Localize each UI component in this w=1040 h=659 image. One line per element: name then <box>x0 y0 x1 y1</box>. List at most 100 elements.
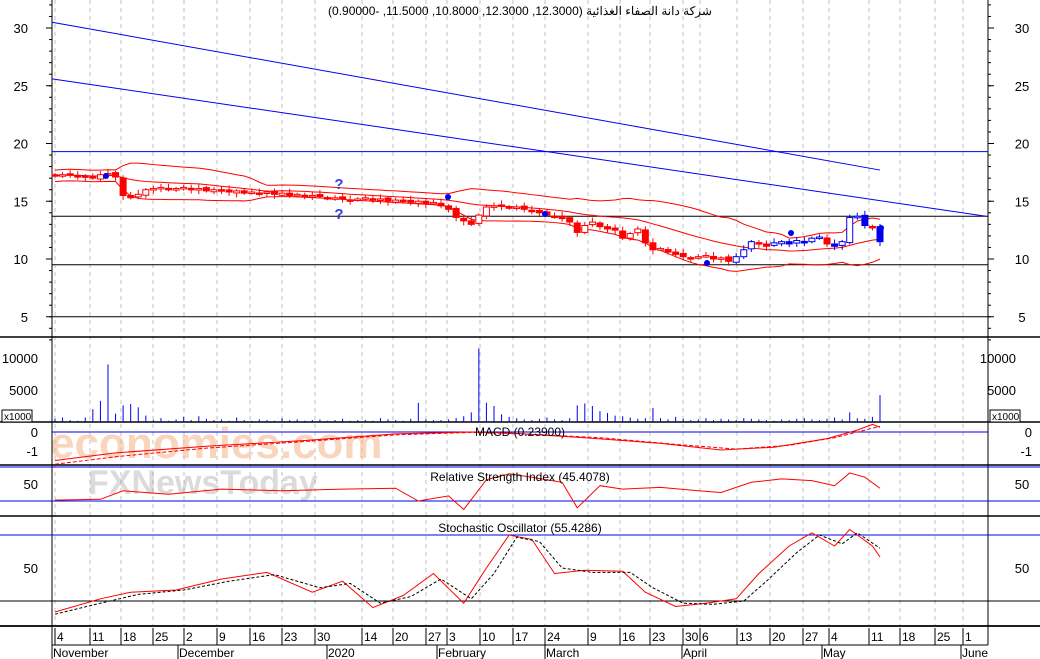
candle-down <box>323 197 331 200</box>
candle-up <box>172 188 180 191</box>
macd-tick-label-left: 0 <box>31 425 38 440</box>
date-month-label: 2020 <box>328 646 355 659</box>
candle-up <box>210 189 218 193</box>
candle-down <box>641 229 649 244</box>
candle-up <box>747 241 755 250</box>
watermark-economies: economies.com <box>50 419 383 468</box>
candle-up <box>195 188 203 191</box>
watermark-fxnewstoday: FXNewsToday <box>88 464 318 502</box>
candle-down <box>649 242 657 251</box>
chart-canvas: economies.comFXNewsToday5 510 1015 1520 2025… <box>0 0 1040 659</box>
candle-down <box>762 243 770 247</box>
candle-down <box>679 252 687 258</box>
candle-down <box>498 204 506 207</box>
candle-down <box>755 242 763 245</box>
rsi-tick-label-left: 50 <box>24 477 38 492</box>
candle-up <box>354 198 362 201</box>
signal-dot <box>542 211 548 217</box>
date-day-label: 24 <box>547 630 561 644</box>
candle-up <box>588 221 596 226</box>
candle-up <box>248 191 256 195</box>
candle-down <box>286 192 294 196</box>
chart-title: شركة دانة الصفاء الغذائية (12.3000, 12.3… <box>328 4 712 18</box>
candle-up <box>331 197 339 200</box>
date-day-label: 27 <box>428 630 442 644</box>
price-tick-label-left: 10 <box>14 252 28 267</box>
date-day-label: 17 <box>515 630 529 644</box>
candle-down <box>66 173 74 176</box>
trendline <box>51 78 987 217</box>
candle-down <box>831 243 839 247</box>
candle-down <box>51 174 59 177</box>
date-day-label: 18 <box>123 630 137 644</box>
candle-up <box>740 249 748 258</box>
candle-down <box>255 192 263 195</box>
date-day-label: 2 <box>186 630 193 644</box>
candle-down <box>369 198 377 201</box>
date-day-label: 4 <box>57 630 64 644</box>
date-day-label: 20 <box>772 630 786 644</box>
candle-up <box>770 242 778 246</box>
candle-up <box>233 190 241 194</box>
candle-down <box>422 200 430 205</box>
candle-up <box>732 256 740 263</box>
date-month-label: December <box>179 646 234 659</box>
price-tick-label-right: 5 <box>1018 310 1025 325</box>
date-day-label: 25 <box>155 630 169 644</box>
candle-up <box>157 186 165 190</box>
candle-down <box>535 209 543 214</box>
bollinger-upper <box>54 162 881 239</box>
price-tick-label-left: 25 <box>14 79 28 94</box>
macd-tick-label-left: -1 <box>26 444 38 459</box>
candle-up <box>778 241 786 245</box>
candle-down <box>218 189 226 192</box>
candle-down <box>566 217 574 223</box>
rsi-label: Relative Strength Index (45.4078) <box>430 470 609 484</box>
candle-up <box>180 186 188 190</box>
price-tick-label-right: 30 <box>1015 21 1029 36</box>
candle-up <box>278 192 286 196</box>
trendline <box>51 21 881 171</box>
rsi-tick-label-right: 50 <box>1015 477 1029 492</box>
question-mark-icon: ? <box>334 176 343 193</box>
candle-down <box>785 241 793 245</box>
candle-up <box>392 199 400 203</box>
candle-up <box>490 205 498 208</box>
candle-up <box>634 228 642 234</box>
bollinger-middle <box>54 174 881 252</box>
date-day-label: 9 <box>219 630 226 644</box>
date-day-label: 16 <box>252 630 266 644</box>
candle-up <box>838 241 846 246</box>
date-day-label: 16 <box>622 630 636 644</box>
signal-dot <box>445 194 451 200</box>
candle-up <box>626 233 634 239</box>
candle-down <box>225 189 233 193</box>
date-day-label: 23 <box>652 630 666 644</box>
candle-down <box>437 202 445 207</box>
date-month-label: April <box>683 646 707 659</box>
candle-up <box>657 248 665 251</box>
date-day-label: 4 <box>831 630 838 644</box>
date-month-label: March <box>546 646 579 659</box>
candle-up <box>475 214 483 224</box>
candle-down <box>528 209 536 213</box>
candle-down <box>725 256 733 262</box>
candle-up <box>808 237 816 243</box>
candle-down <box>240 190 248 194</box>
candle-down <box>505 206 513 209</box>
volume-tick-label-left: 10000 <box>2 351 38 366</box>
price-tick-label-left: 5 <box>21 310 28 325</box>
candle-down <box>165 187 173 191</box>
volume-tick-label-right: 10000 <box>980 351 1016 366</box>
date-day-label: 13 <box>739 630 753 644</box>
candle-down <box>861 214 869 227</box>
date-day-label: 10 <box>482 630 496 644</box>
stochastic-label: Stochastic Oscillator (55.4286) <box>438 521 601 535</box>
date-month-label: June <box>962 646 988 659</box>
date-day-label: 27 <box>805 630 819 644</box>
candle-down <box>868 225 876 229</box>
question-mark-icon: ? <box>334 206 343 223</box>
candle-up <box>263 191 271 195</box>
candle-down <box>672 251 680 255</box>
price-tick-label-left: 30 <box>14 21 28 36</box>
